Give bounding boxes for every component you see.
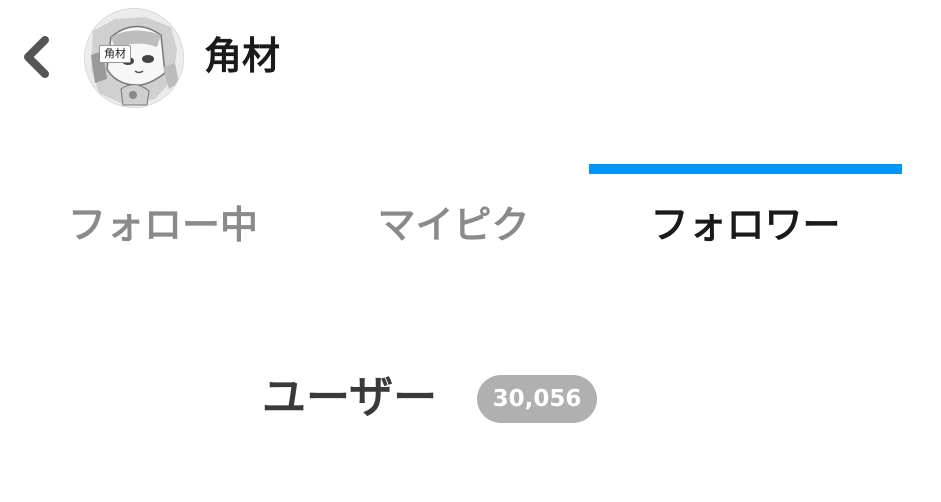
profile-header: 角材 角材 bbox=[0, 0, 941, 120]
user-name: 角材 bbox=[204, 34, 281, 78]
tab-following-label: フォロー中 bbox=[67, 203, 258, 247]
tab-mypixiv[interactable]: マイピク bbox=[297, 160, 610, 280]
tab-followers-label: フォロワー bbox=[650, 203, 841, 247]
chevron-left-icon bbox=[24, 36, 49, 78]
avatar-tag: 角材 bbox=[99, 45, 131, 63]
avatar[interactable]: 角材 bbox=[84, 8, 184, 108]
tab-bar: フォロー中 マイピク フォロワー bbox=[0, 160, 941, 280]
section-title: ユーザー bbox=[262, 372, 438, 423]
tab-followers[interactable]: フォロワー bbox=[589, 160, 902, 280]
user-count-badge: 30,056 bbox=[477, 375, 597, 423]
back-button[interactable] bbox=[14, 34, 58, 80]
tab-mypixiv-label: マイピク bbox=[377, 203, 530, 247]
tab-following[interactable]: フォロー中 bbox=[0, 160, 326, 280]
active-tab-indicator bbox=[589, 164, 902, 174]
